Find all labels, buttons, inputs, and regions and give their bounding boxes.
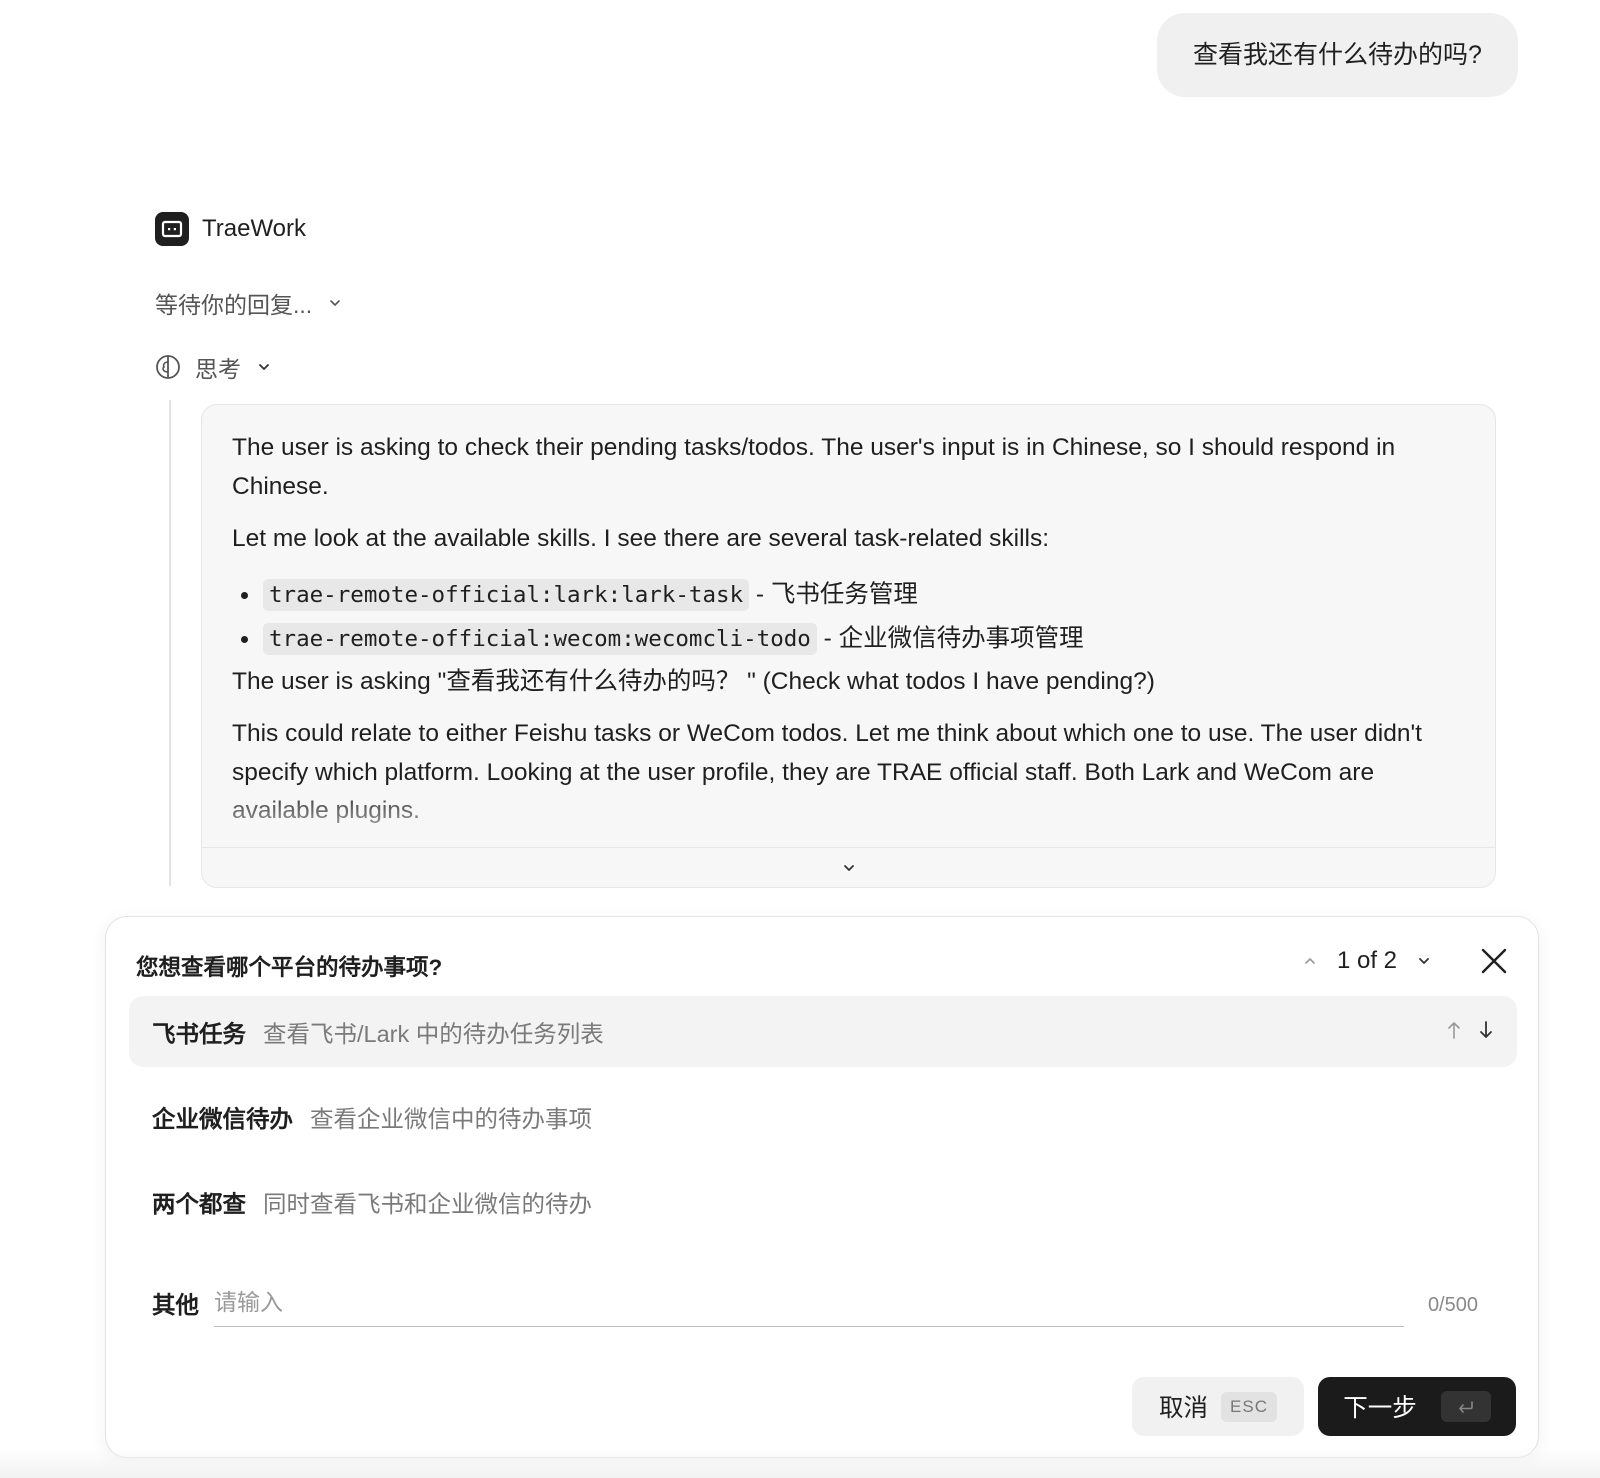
- close-icon[interactable]: [1474, 941, 1514, 981]
- next-button[interactable]: 下一步: [1318, 1377, 1516, 1436]
- option-label: 两个都查: [152, 1190, 246, 1217]
- option-wecom-todo[interactable]: 企业微信待办 查看企业微信中的待办事项: [129, 1081, 1517, 1152]
- thinking-content: The user is asking to check their pendin…: [202, 405, 1495, 846]
- chevron-down-icon: [259, 364, 269, 370]
- assistant-name: TraeWork: [202, 215, 307, 242]
- skill-desc: - 企业微信待办事项管理: [816, 624, 1084, 652]
- chevron-up-icon[interactable]: [1301, 952, 1319, 970]
- other-label: 其他: [152, 1292, 199, 1318]
- thinking-paragraph: Let me look at the available skills. I s…: [232, 525, 1050, 552]
- chevron-down-icon: [843, 864, 854, 871]
- question-panel: 您想查看哪个平台的待办事项? 1 of 2 飞书任务 查看飞书/Lark 中的待…: [105, 916, 1539, 1458]
- thinking-box: The user is asking to check their pendin…: [201, 404, 1496, 888]
- question-title: 您想查看哪个平台的待办事项?: [136, 955, 443, 980]
- option-label: 飞书任务: [152, 1020, 246, 1047]
- skill-code: trae-remote-official:wecom:wecomcli-todo: [263, 622, 817, 655]
- skills-list: trae-remote-official:lark:lark-task - 飞书…: [232, 573, 1465, 661]
- char-counter: 0/500: [1427, 1294, 1478, 1316]
- cancel-label: 取消: [1159, 1395, 1209, 1422]
- thread-line: [169, 400, 171, 886]
- content-fade: [202, 786, 1495, 846]
- enter-key-icon: [1440, 1391, 1491, 1422]
- arrow-down-icon[interactable]: [1477, 1019, 1495, 1041]
- list-item: trae-remote-official:lark:lark-task - 飞书…: [232, 573, 1465, 617]
- traework-logo-icon: [155, 212, 189, 246]
- list-item: trae-remote-official:wecom:wecomcli-todo…: [232, 617, 1465, 661]
- reorder-arrows: [1445, 1019, 1495, 1041]
- option-desc: 同时查看飞书和企业微信的待办: [263, 1190, 592, 1217]
- question-pager: 1 of 2: [1301, 947, 1433, 975]
- option-feishu-task[interactable]: 飞书任务 查看飞书/Lark 中的待办任务列表: [129, 996, 1517, 1067]
- other-row: 其他: [152, 1279, 1404, 1327]
- brain-icon: [156, 355, 180, 379]
- skill-desc: - 飞书任务管理: [749, 580, 918, 608]
- assistant-header: TraeWork: [155, 212, 306, 246]
- next-label: 下一步: [1343, 1395, 1417, 1422]
- option-desc: 查看企业微信中的待办事项: [310, 1105, 592, 1132]
- option-desc: 查看飞书/Lark 中的待办任务列表: [263, 1020, 604, 1047]
- status-text: 等待你的回复...: [155, 292, 313, 318]
- thinking-paragraph: The user is asking "查看我还有什么待办的吗？ " (Chec…: [232, 667, 1155, 695]
- bottom-fade: [0, 1448, 1600, 1478]
- chevron-down-icon: [330, 300, 340, 306]
- skill-code: trae-remote-official:lark:lark-task: [263, 578, 750, 611]
- esc-key-hint: ESC: [1221, 1391, 1277, 1422]
- chevron-down-icon[interactable]: [1415, 952, 1433, 970]
- thinking-label: 思考: [195, 356, 241, 382]
- other-input[interactable]: [214, 1279, 1404, 1327]
- arrow-up-icon[interactable]: [1445, 1019, 1463, 1041]
- user-message-bubble: 查看我还有什么待办的吗?: [1157, 13, 1518, 97]
- thinking-toggle[interactable]: 思考: [155, 350, 273, 384]
- cancel-button[interactable]: 取消 ESC: [1132, 1377, 1304, 1436]
- option-label: 企业微信待办: [152, 1105, 293, 1132]
- status-toggle[interactable]: 等待你的回复...: [155, 286, 344, 320]
- pager-text: 1 of 2: [1336, 947, 1397, 974]
- thinking-paragraph: The user is asking to check their pendin…: [232, 434, 1396, 500]
- expand-thinking-button[interactable]: [202, 847, 1495, 887]
- option-both[interactable]: 两个都查 同时查看飞书和企业微信的待办: [129, 1166, 1517, 1237]
